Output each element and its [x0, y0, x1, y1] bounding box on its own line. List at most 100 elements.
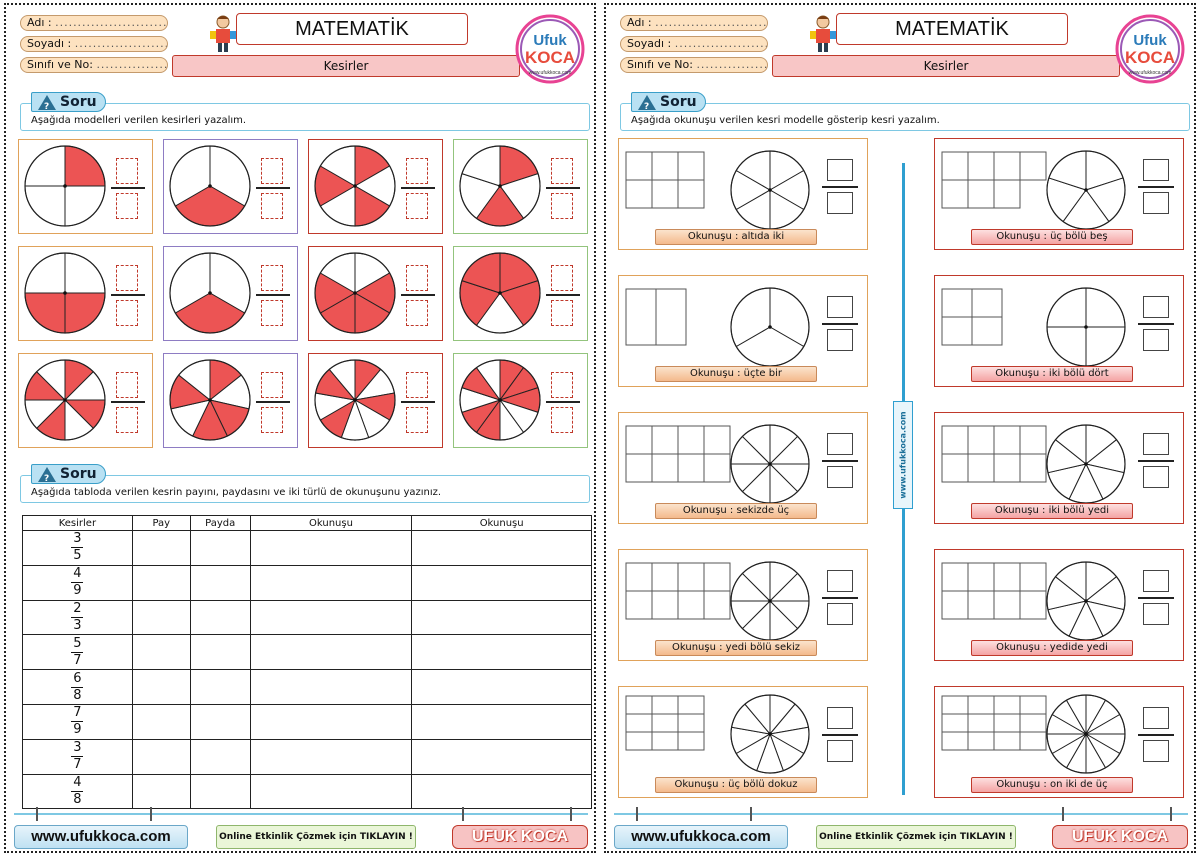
pay-cell[interactable] [131, 599, 191, 636]
grid-cell[interactable] [993, 151, 1021, 181]
denominator-box[interactable] [551, 193, 573, 219]
grid-cell[interactable] [651, 713, 679, 733]
grid-cell[interactable] [971, 288, 1003, 318]
payda-cell[interactable] [189, 634, 251, 671]
grid-cell[interactable] [625, 453, 653, 483]
grid-cell[interactable] [1019, 425, 1047, 455]
grid-cell[interactable] [993, 590, 1021, 620]
grid-cell[interactable] [677, 562, 705, 592]
pay-cell[interactable] [131, 703, 191, 740]
okunusu-cell[interactable] [249, 773, 413, 810]
grid-cell[interactable] [625, 288, 657, 346]
grid-cell[interactable] [625, 590, 653, 620]
grid-cell[interactable] [651, 590, 679, 620]
grid-cell[interactable] [1019, 590, 1047, 620]
grid-cell[interactable] [941, 425, 969, 455]
payda-cell[interactable] [189, 564, 251, 601]
okunusu-cell[interactable] [249, 669, 413, 705]
grid-cell[interactable] [625, 731, 653, 751]
grid-cell[interactable] [625, 179, 653, 209]
okunusu-cell[interactable] [249, 564, 413, 601]
okunusu-cell[interactable] [249, 530, 413, 566]
numerator-box[interactable] [261, 372, 283, 398]
numerator-box[interactable] [406, 158, 428, 184]
payda-cell[interactable] [189, 599, 251, 636]
numerator-box[interactable] [827, 159, 853, 181]
numerator-box[interactable] [827, 433, 853, 455]
okunusu-cell-2[interactable] [411, 669, 592, 705]
grid-cell[interactable] [967, 453, 995, 483]
grid-cell[interactable] [941, 562, 969, 592]
grid-cell[interactable] [703, 453, 731, 483]
grid-cell[interactable] [1019, 562, 1047, 592]
online-activity-button[interactable]: Online Etkinlik Çözmek için TIKLAYIN ! [216, 825, 416, 849]
payda-cell[interactable] [189, 669, 251, 705]
grid-cell[interactable] [703, 590, 731, 620]
grid-cell[interactable] [677, 425, 705, 455]
grid-cell[interactable] [967, 562, 995, 592]
denominator-box[interactable] [1143, 329, 1169, 351]
denominator-box[interactable] [551, 407, 573, 433]
grid-cell[interactable] [677, 590, 705, 620]
grid-cell[interactable] [625, 425, 653, 455]
denominator-box[interactable] [116, 193, 138, 219]
grid-cell[interactable] [677, 713, 705, 733]
grid-cell[interactable] [703, 425, 731, 455]
okunusu-cell[interactable] [249, 738, 413, 775]
numerator-box[interactable] [406, 265, 428, 291]
grid-cell[interactable] [941, 713, 969, 733]
brand-button[interactable]: UFUK KOCA [452, 825, 588, 849]
grid-cell[interactable] [967, 713, 995, 733]
okunusu-cell[interactable] [249, 703, 413, 740]
numerator-box[interactable] [1143, 570, 1169, 592]
grid-cell[interactable] [625, 695, 653, 715]
denominator-box[interactable] [261, 300, 283, 326]
denominator-box[interactable] [827, 603, 853, 625]
pay-cell[interactable] [131, 738, 191, 775]
okunusu-cell-2[interactable] [411, 564, 592, 601]
numerator-box[interactable] [116, 158, 138, 184]
grid-cell[interactable] [993, 731, 1021, 751]
denominator-box[interactable] [406, 193, 428, 219]
website-link[interactable]: www.ufukkoca.com [14, 825, 188, 849]
denominator-box[interactable] [116, 300, 138, 326]
okunusu-cell-2[interactable] [411, 530, 592, 566]
payda-cell[interactable] [189, 738, 251, 775]
surname-field[interactable]: Soyadı : ............................... [620, 36, 768, 52]
grid-cell[interactable] [651, 151, 679, 181]
website-link[interactable]: www.ufukkoca.com [614, 825, 788, 849]
grid-cell[interactable] [993, 562, 1021, 592]
grid-cell[interactable] [677, 695, 705, 715]
brand-button[interactable]: UFUK KOCA [1052, 825, 1188, 849]
grid-cell[interactable] [967, 425, 995, 455]
grid-cell[interactable] [993, 713, 1021, 733]
grid-cell[interactable] [941, 179, 969, 209]
grid-cell[interactable] [677, 731, 705, 751]
pay-cell[interactable] [131, 669, 191, 705]
okunusu-cell-2[interactable] [411, 634, 592, 671]
grid-cell[interactable] [941, 731, 969, 751]
okunusu-cell-2[interactable] [411, 738, 592, 775]
grid-cell[interactable] [993, 453, 1021, 483]
grid-cell[interactable] [677, 179, 705, 209]
class-field[interactable]: Sınıfı ve No: ..........................… [20, 57, 168, 73]
grid-cell[interactable] [625, 713, 653, 733]
grid-cell[interactable] [941, 590, 969, 620]
payda-cell[interactable] [189, 703, 251, 740]
pay-cell[interactable] [131, 773, 191, 810]
grid-cell[interactable] [941, 316, 973, 346]
grid-cell[interactable] [1019, 151, 1047, 181]
payda-cell[interactable] [189, 773, 251, 810]
denominator-box[interactable] [1143, 192, 1169, 214]
surname-field[interactable]: Soyadı : ............................... [20, 36, 168, 52]
denominator-box[interactable] [827, 740, 853, 762]
grid-cell[interactable] [625, 151, 653, 181]
denominator-box[interactable] [261, 193, 283, 219]
numerator-box[interactable] [406, 372, 428, 398]
grid-cell[interactable] [941, 695, 969, 715]
pay-cell[interactable] [131, 564, 191, 601]
denominator-box[interactable] [406, 300, 428, 326]
okunusu-cell-2[interactable] [411, 773, 592, 810]
denominator-box[interactable] [551, 300, 573, 326]
grid-cell[interactable] [655, 288, 687, 346]
